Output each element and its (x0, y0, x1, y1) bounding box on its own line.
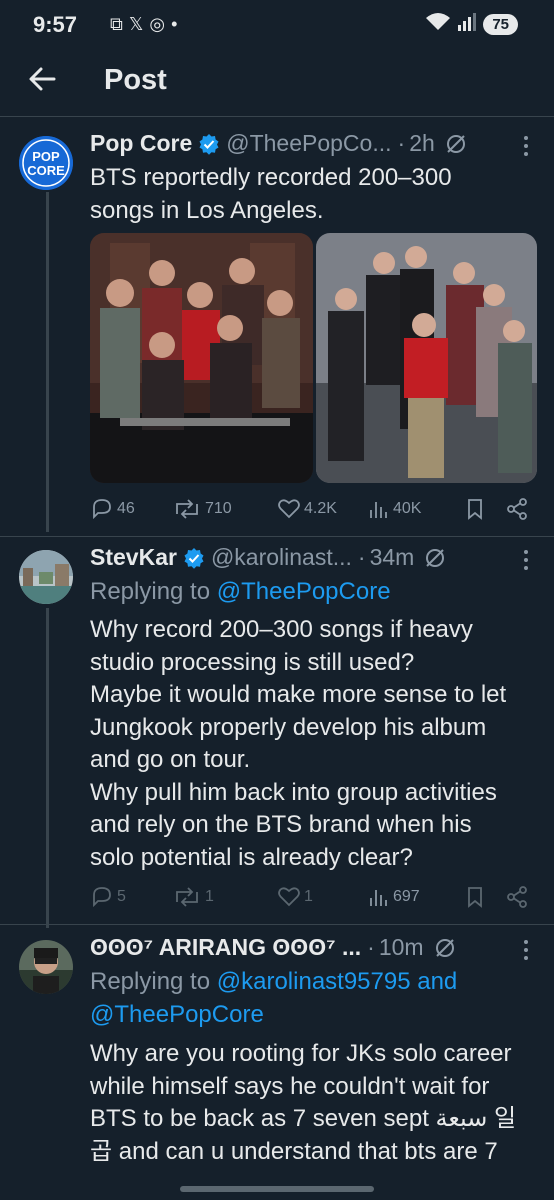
views-button[interactable]: 40K (368, 498, 421, 520)
like-count: 1 (304, 888, 313, 905)
avatar-logo-line1: POP (32, 149, 60, 164)
tweet-action-bar: 5 1 1 697 (90, 886, 530, 916)
timestamp[interactable]: 10m (379, 934, 424, 961)
verified-badge-icon (198, 133, 220, 155)
bookmark-icon (468, 887, 482, 908)
page-title: Post (104, 64, 167, 96)
repost-icon (176, 499, 198, 519)
share-icon (507, 498, 527, 520)
replying-to: Replying to @TheePopCore (90, 578, 391, 605)
mention-link[interactable]: @TheePopCore (90, 999, 457, 1032)
like-count: 4.2K (304, 500, 337, 517)
view-count: 40K (393, 500, 422, 517)
display-name[interactable]: ʘʘʘ⁷ ARIRANG ʘʘʘ⁷ ... (90, 934, 361, 961)
grok-icon[interactable] (445, 133, 467, 155)
view-count: 697 (393, 888, 420, 905)
replying-to: Replying to @karolinast95795 and @TheePo… (90, 966, 457, 1031)
tweet-image-2[interactable] (316, 233, 537, 483)
timestamp[interactable]: 2h (409, 130, 435, 157)
tweet-header: Pop Core @TheePopCo... · 2h (90, 130, 467, 157)
views-icon (370, 502, 387, 518)
mention-link[interactable]: @karolinast95795 and (217, 968, 458, 995)
tweet-divider (0, 536, 554, 537)
more-dot-icon: • (171, 14, 184, 34)
timestamp[interactable]: 34m (370, 544, 415, 571)
display-name[interactable]: StevKar (90, 544, 177, 571)
tweet-header: StevKar @karolinast... · 34m (90, 544, 446, 571)
verified-badge-icon (183, 547, 205, 569)
like-button[interactable]: 4.2K (277, 498, 337, 520)
x-app-icon: 𝕏 (128, 14, 150, 34)
tweet-text: BTS reportedly recorded 200–300 songs in… (90, 164, 452, 224)
heart-icon (278, 499, 300, 519)
display-name[interactable]: Pop Core (90, 130, 192, 157)
handle[interactable]: @karolinast... (211, 544, 352, 571)
grok-icon[interactable] (424, 547, 446, 569)
reply-button[interactable]: 5 (90, 886, 126, 908)
home-indicator[interactable] (180, 1186, 374, 1192)
battery-indicator: 75 (483, 14, 518, 35)
thread-connector (46, 192, 49, 532)
more-options-icon[interactable] (516, 938, 536, 962)
avatar[interactable]: POP CORE (19, 136, 73, 190)
bookmark-button[interactable] (466, 886, 484, 908)
notification-icons: ⧉𝕏◎• (110, 14, 183, 35)
share-button[interactable] (506, 498, 528, 520)
bookmark-icon (468, 499, 482, 520)
bookmark-button[interactable] (466, 498, 484, 520)
reply-count: 5 (117, 888, 126, 905)
views-button[interactable]: 697 (368, 886, 420, 908)
reply-button[interactable]: 46 (90, 498, 135, 520)
header-divider (0, 116, 554, 117)
status-time: 9:57 (33, 12, 78, 37)
avatar[interactable] (19, 940, 73, 994)
repost-button[interactable]: 1 (172, 886, 214, 908)
views-icon (370, 890, 387, 906)
share-icon (507, 886, 527, 908)
avatar-logo-line2: CORE (27, 163, 65, 178)
repost-count: 710 (205, 500, 232, 517)
tweet-divider (0, 924, 554, 925)
reply-count: 46 (117, 500, 135, 517)
signal-icon (457, 13, 477, 36)
handle[interactable]: @TheePopCo... (226, 130, 391, 157)
status-bar: 9:57 ⧉𝕏◎• 75 (0, 0, 554, 50)
wifi-icon (425, 12, 451, 37)
repost-icon (176, 887, 198, 907)
like-button[interactable]: 1 (277, 886, 313, 908)
repost-button[interactable]: 710 (172, 498, 232, 520)
instagram-icon: ◎ (149, 14, 172, 34)
back-arrow-icon[interactable] (26, 62, 60, 96)
thread-connector (46, 608, 49, 928)
reply-icon (93, 499, 111, 520)
screenshot-icon: ⧉ (110, 14, 129, 34)
tweet-image-1[interactable] (90, 233, 313, 483)
tweet-text: Why are you rooting for JKs solo career … (90, 1040, 517, 1165)
tweet-text: Why record 200–300 songs if heavy studio… (90, 616, 507, 871)
tweet-header: ʘʘʘ⁷ ARIRANG ʘʘʘ⁷ ... · 10m (90, 934, 456, 961)
avatar[interactable] (19, 550, 73, 604)
grok-icon[interactable] (434, 937, 456, 959)
top-app-bar: Post (0, 50, 554, 116)
share-button[interactable] (506, 886, 528, 908)
reply-icon (93, 887, 111, 908)
tweet-action-bar: 46 710 4.2K 40K (90, 498, 530, 528)
mention-link[interactable]: @TheePopCore (217, 578, 391, 605)
more-options-icon[interactable] (516, 548, 536, 572)
heart-icon (278, 887, 300, 907)
more-options-icon[interactable] (516, 134, 536, 158)
repost-count: 1 (205, 888, 214, 905)
